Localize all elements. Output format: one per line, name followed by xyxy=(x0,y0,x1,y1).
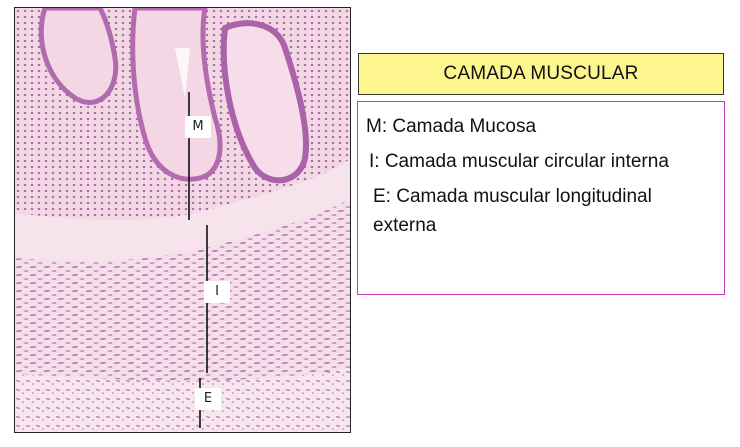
legend-box: M: Camada Mucosa I: Camada muscular circ… xyxy=(357,101,725,295)
micrograph-image xyxy=(15,8,350,432)
histology-micrograph: M I E xyxy=(14,7,351,433)
title-box: CAMADA MUSCULAR xyxy=(358,53,724,95)
title-text: CAMADA MUSCULAR xyxy=(443,63,639,84)
legend-item-mucosa: M: Camada Mucosa xyxy=(366,116,537,137)
marker-m: M xyxy=(185,116,211,138)
legend-item-outer-muscle: E: Camada muscular longitudinal externa xyxy=(373,186,652,236)
marker-e: E xyxy=(195,388,221,410)
marker-i: I xyxy=(204,281,230,303)
legend-item-inner-muscle: I: Camada muscular circular interna xyxy=(369,151,669,172)
